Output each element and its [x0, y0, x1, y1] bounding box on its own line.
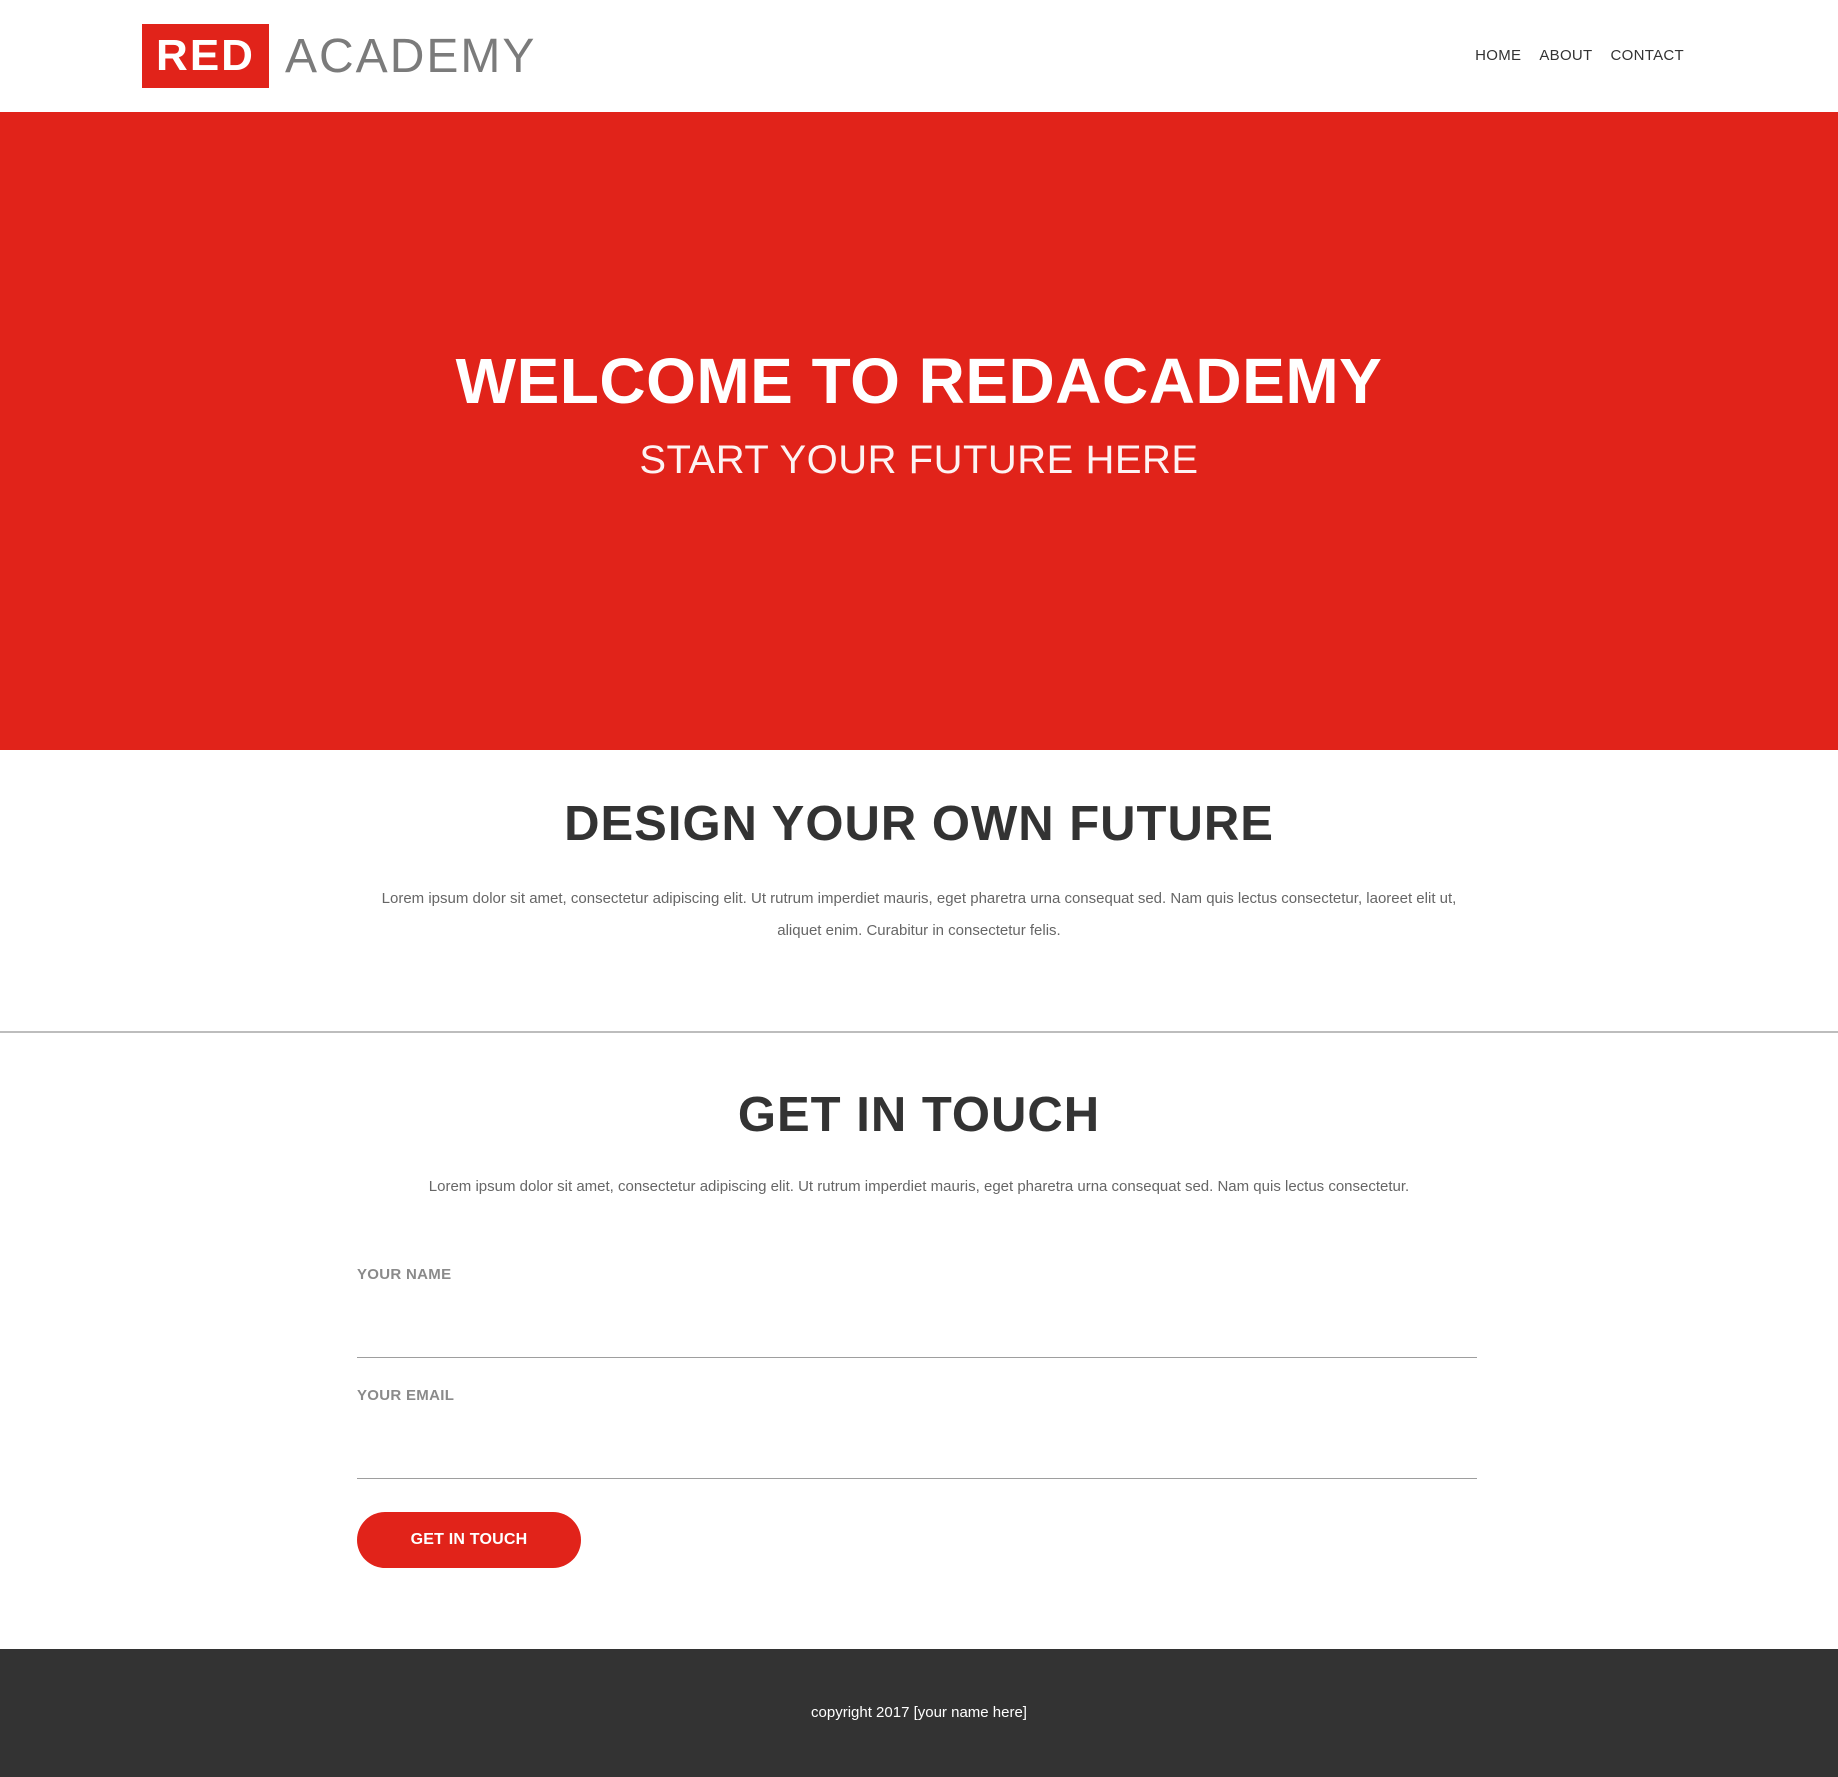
hero-banner: WELCOME TO REDACADEMY START YOUR FUTURE … [0, 112, 1838, 750]
email-input[interactable] [357, 1429, 1477, 1479]
contact-body-text: Lorem ipsum dolor sit amet, consectetur … [428, 1178, 1410, 1195]
name-input[interactable] [357, 1308, 1477, 1358]
name-label: YOUR NAME [357, 1266, 452, 1283]
copyright-text: copyright 2017 [your name here] [811, 1704, 1027, 1721]
design-title: DESIGN YOUR OWN FUTURE [564, 797, 1274, 851]
logo-red-box: RED [142, 24, 269, 88]
email-form-group: YOUR EMAIL [357, 1387, 1477, 1479]
site-logo[interactable]: RED ACADEMY [142, 24, 536, 88]
nav-home-link[interactable]: HOME [1475, 47, 1521, 64]
site-footer: copyright 2017 [your name here] [0, 1649, 1838, 1777]
site-header: RED ACADEMY HOME ABOUT CONTACT [0, 0, 1838, 112]
email-label: YOUR EMAIL [357, 1387, 455, 1404]
get-in-touch-button[interactable]: GET IN TOUCH [357, 1512, 581, 1568]
hero-title: WELCOME TO REDACADEMY [455, 345, 1383, 417]
design-section: DESIGN YOUR OWN FUTURE Lorem ipsum dolor… [0, 750, 1838, 1032]
contact-title: GET IN TOUCH [737, 1088, 1101, 1142]
logo-academy-text: ACADEMY [285, 29, 537, 83]
design-body-text: Lorem ipsum dolor sit amet, consectetur … [381, 890, 1457, 939]
main-nav: HOME ABOUT CONTACT [1475, 47, 1684, 64]
nav-contact-link[interactable]: CONTACT [1611, 47, 1684, 64]
name-form-group: YOUR NAME [357, 1266, 1477, 1358]
nav-about-link[interactable]: ABOUT [1539, 47, 1592, 64]
hero-subtitle: START YOUR FUTURE HERE [639, 438, 1199, 482]
contact-section: GET IN TOUCH Lorem ipsum dolor sit amet,… [0, 1033, 1838, 1649]
